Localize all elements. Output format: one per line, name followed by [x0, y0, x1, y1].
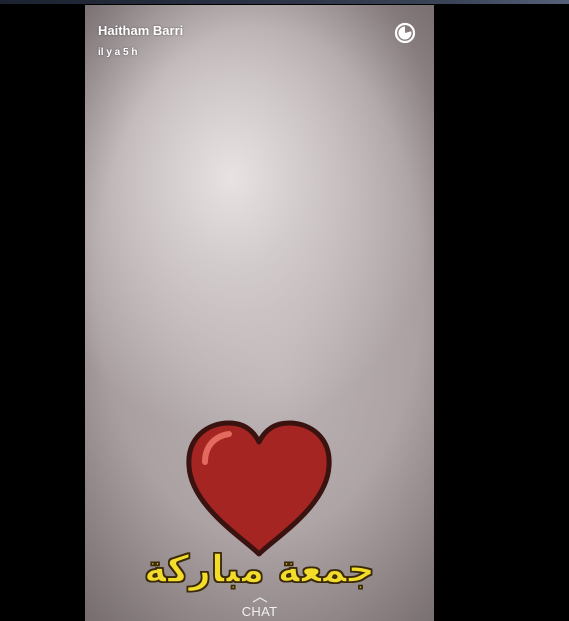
- story-username[interactable]: Haitham Barri: [98, 23, 183, 38]
- chat-button[interactable]: CHAT: [85, 597, 434, 619]
- red-heart-icon: [186, 420, 332, 557]
- chat-label: CHAT: [241, 604, 278, 619]
- top-strip: [0, 0, 569, 4]
- circular-timer-icon: [394, 22, 416, 44]
- story-viewer[interactable]: Haitham Barri il y a 5 h جمعة مباركة CHA…: [85, 5, 434, 621]
- story-timestamp: il y a 5 h: [98, 47, 138, 58]
- chevron-up-icon: [252, 597, 267, 603]
- story-caption: جمعة مباركة: [143, 547, 375, 591]
